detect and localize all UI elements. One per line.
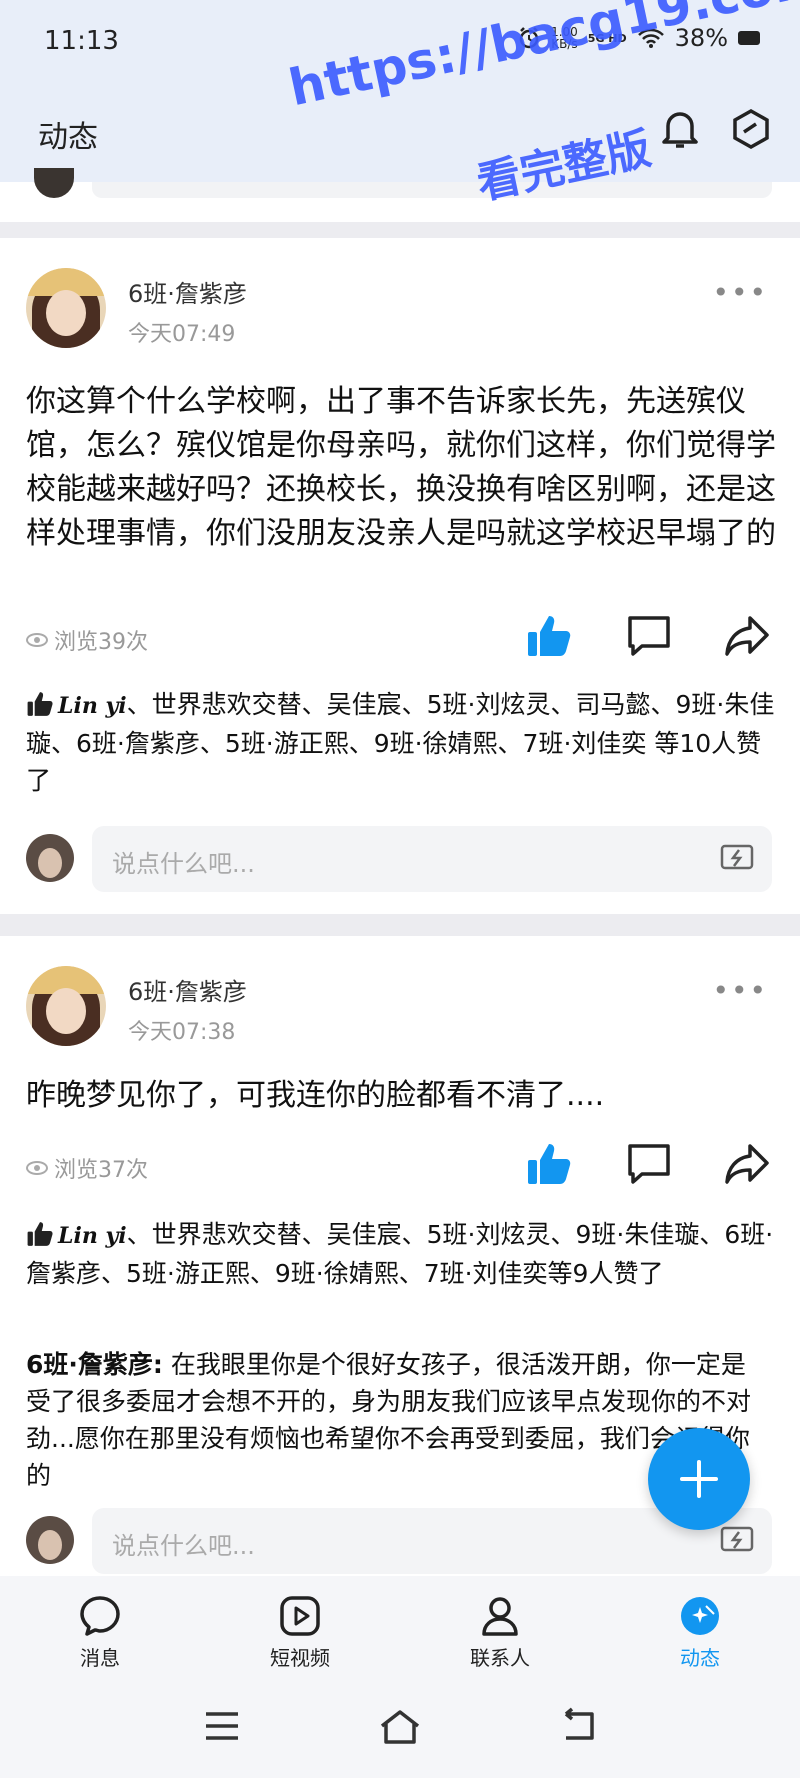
nav-label: 消息 [80,1646,120,1670]
comment-input-remnant[interactable] [92,182,772,198]
view-count: 浏览37次 [26,1152,148,1184]
post-author[interactable]: 6班·詹紫彦 [128,274,247,309]
status-bar: 11:13 1.00 KB/s 5G HD 38% [0,0,800,82]
comment-icon[interactable] [626,1142,672,1186]
view-count-label: 浏览39次 [54,630,148,655]
battery-icon [738,31,760,45]
nav-tab-moments[interactable]: 动态 [640,1594,760,1671]
more-options-button[interactable]: ••• [712,974,768,1007]
system-navigation-bar [0,1676,800,1778]
nav-label: 短视频 [270,1646,330,1670]
thumbs-up-icon [27,1222,53,1246]
comment-author[interactable]: 6班·詹紫彦: [26,1350,163,1379]
eye-icon [26,1161,48,1175]
net-speed: 1.00 KB/s [551,26,578,50]
my-avatar [26,1516,74,1564]
avatar-face [46,290,86,336]
share-icon[interactable] [724,614,770,658]
thumbs-up-icon [27,692,53,716]
alarm-icon [519,27,539,49]
post-author[interactable]: 6班·詹紫彦 [128,972,247,1007]
post-time: 今天07:49 [128,322,236,347]
share-icon[interactable] [724,1142,770,1186]
nav-tab-contacts[interactable]: 联系人 [440,1594,560,1671]
more-options-button[interactable]: ••• [712,276,768,309]
comment-input[interactable]: 说点什么吧... [92,826,772,892]
likes-list: Lin yi、世界悲欢交替、吴佳宸、5班·刘炫灵、司马懿、9班·朱佳璇、6班·詹… [26,686,776,799]
likers-text[interactable]: 、世界悲欢交替、吴佳宸、5班·刘炫灵、司马懿、9班·朱佳璇、6班·詹紫彦、5班·… [26,690,774,795]
wifi-icon [637,28,664,48]
avatar[interactable] [26,268,106,348]
quick-reply-icon[interactable] [720,844,754,872]
home-icon[interactable] [378,1706,422,1746]
likers-text[interactable]: 、世界悲欢交替、吴佳宸、5班·刘炫灵、9班·朱佳璇、6班·詹紫彦、5班·游正熙、… [26,1220,773,1288]
notification-bell-icon[interactable] [660,106,700,150]
quick-reply-icon[interactable] [720,1526,754,1554]
comment-icon[interactable] [626,614,672,658]
previous-post-remnant [0,168,800,222]
net-speed-unit: KB/s [551,37,578,51]
post-time: 今天07:38 [128,1020,236,1045]
page-title: 动态 [38,120,98,155]
view-count-label: 浏览37次 [54,1158,148,1183]
new-post-plus-button[interactable] [648,1428,750,1530]
chat-bubble-icon [80,1596,120,1636]
nav-tab-short-video[interactable]: 短视频 [240,1594,360,1671]
menu-icon[interactable] [200,1706,244,1746]
likes-list: Lin yi、世界悲欢交替、吴佳宸、5班·刘炫灵、9班·朱佳璇、6班·詹紫彦、5… [26,1216,776,1292]
post-content: 昨晚梦见你了，可我连你的脸都看不清了.... [26,1078,605,1113]
post-content: 你这算个什么学校啊，出了事不告诉家长先，先送殡仪馆，怎么？殡仪馆是你母亲吗，就你… [26,384,776,551]
nav-tab-messages[interactable]: 消息 [40,1594,160,1671]
liker-name-script[interactable]: Lin yi [58,1223,127,1249]
moments-icon [681,1597,719,1635]
signal-indicator: 5G HD [587,31,627,45]
post-card: 6班·詹紫彦 今天07:49 ••• 你这算个什么学校啊，出了事不告诉家长先，先… [0,238,800,914]
eye-icon [26,633,48,647]
back-icon[interactable] [556,1706,600,1746]
video-play-icon [280,1596,320,1636]
avatar-face [46,988,86,1034]
like-button-thumbs-up-icon[interactable] [526,614,572,658]
avatar [34,168,74,198]
view-count: 浏览39次 [26,624,148,656]
battery-percent: 38% [674,24,728,52]
status-icons: 1.00 KB/s 5G HD 38% [517,24,760,52]
like-button-thumbs-up-icon[interactable] [526,1142,572,1186]
comment-placeholder: 说点什么吧... [112,850,255,878]
settings-hexagon-icon[interactable] [730,108,772,150]
my-avatar [26,834,74,882]
contact-person-icon [482,1597,518,1636]
liker-name-script[interactable]: Lin yi [58,693,127,719]
nav-label: 动态 [680,1646,720,1670]
bottom-navigation: 消息 短视频 联系人 动态 [0,1576,800,1676]
avatar[interactable] [26,966,106,1046]
nav-label: 联系人 [470,1646,530,1670]
status-time: 11:13 [44,26,119,56]
comment-placeholder: 说点什么吧... [112,1532,255,1560]
